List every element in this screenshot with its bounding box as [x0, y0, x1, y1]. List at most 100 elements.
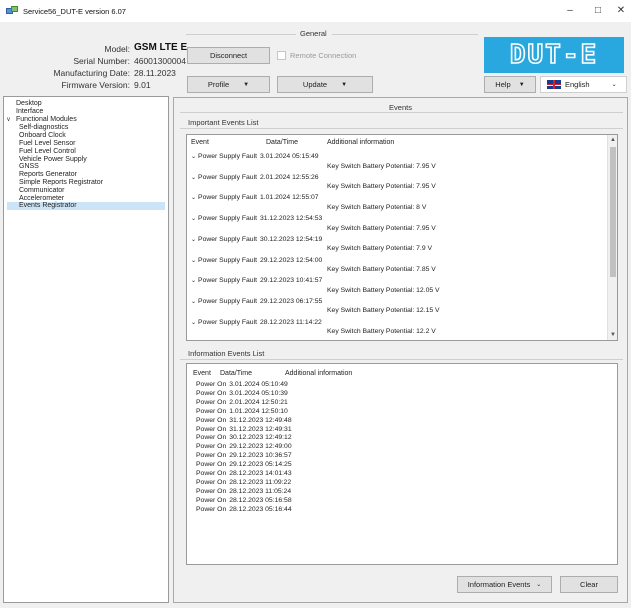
window-title: Service56_DUT-E version 6.07: [23, 6, 126, 16]
information-events-list[interactable]: Event Data/Time Additional information P…: [186, 363, 618, 565]
help-button[interactable]: Help ▼: [484, 76, 536, 93]
information-event-row[interactable]: Power On 3.01.2024 05:10:49: [196, 381, 288, 388]
information-event-row[interactable]: Power On 28.12.2023 11:05:24: [196, 488, 291, 495]
event-datetime: 31.12.2023 12:49:48: [229, 416, 292, 424]
information-event-row[interactable]: Power On 1.01.2024 12:50:10: [196, 408, 288, 415]
information-event-row[interactable]: Power On 3.01.2024 05:10:39: [196, 390, 288, 397]
scroll-up-icon[interactable]: ▲: [608, 135, 617, 145]
event-datetime: 2.01.2024 12:50:21: [229, 398, 288, 406]
important-events-divider: [180, 128, 623, 129]
important-event-row[interactable]: ⌄ Power Supply Fault 1.01.2024 12:55:07: [191, 194, 319, 201]
column-header-additional-info[interactable]: Additional information: [285, 370, 352, 377]
information-event-row[interactable]: Power On 31.12.2023 12:49:48: [196, 417, 292, 424]
column-header-datetime[interactable]: Data/Time: [220, 370, 252, 377]
information-event-row[interactable]: Power On 28.12.2023 11:09:22: [196, 479, 291, 486]
expand-chevron-icon[interactable]: ⌄: [191, 216, 196, 222]
important-events-label: Important Events List: [188, 118, 259, 127]
expand-chevron-icon[interactable]: ⌄: [191, 195, 196, 201]
information-event-row[interactable]: Power On 29.12.2023 05:14:25: [196, 461, 292, 468]
information-event-row[interactable]: Power On 29.12.2023 12:49:00: [196, 443, 292, 450]
event-name: Power Supply Fault: [198, 173, 257, 181]
sidebar-item-fuel-level-sensor[interactable]: Fuel Level Sensor: [7, 140, 165, 148]
event-additional-info: Key Switch Battery Potential: 7.95 V: [327, 162, 436, 170]
sidebar-item-functional-modules[interactable]: v Functional Modules: [7, 116, 165, 125]
important-event-row[interactable]: ⌄ Power Supply Fault 29.12.2023 12:54:00: [191, 257, 322, 264]
logo-text: DUT-E: [509, 39, 599, 71]
event-additional-info: Key Switch Battery Potential: 7.9 V: [327, 245, 433, 253]
chevron-down-icon: ▼: [243, 81, 250, 88]
event-additional-info: Key Switch Battery Potential: 7.85 V: [327, 266, 436, 273]
sidebar-item-interface[interactable]: Interface: [7, 108, 165, 116]
event-name: Power On: [196, 416, 227, 424]
sidebar-item-desktop[interactable]: Desktop: [7, 100, 165, 108]
sidebar-item-onboard-clock[interactable]: Onboard Clock: [7, 132, 165, 140]
expand-chevron-icon[interactable]: v: [7, 117, 16, 125]
language-select[interactable]: English ⌄: [540, 76, 627, 93]
sidebar-item-reports-generator[interactable]: Reports Generator: [7, 171, 165, 179]
expand-chevron-icon[interactable]: ⌄: [191, 278, 196, 284]
sidebar-item-self-diagnostics[interactable]: Self-diagnostics: [7, 124, 165, 132]
sidebar-item-simple-reports-registrator[interactable]: Simple Reports Registrator: [7, 179, 165, 187]
clear-button[interactable]: Clear: [560, 576, 618, 593]
sidebar-item-label: Fuel Level Control: [19, 147, 76, 155]
column-header-event[interactable]: Event: [193, 370, 211, 377]
event-name: Power On: [196, 496, 227, 504]
information-event-row[interactable]: Power On 29.12.2023 10:36:57: [196, 452, 292, 459]
event-type-label: Information Events: [467, 580, 531, 589]
serial-number-label: Serial Number:: [73, 56, 130, 66]
event-name: Power On: [196, 452, 227, 460]
important-event-row[interactable]: ⌄ Power Supply Fault 3.01.2024 05:15:49: [191, 153, 319, 160]
sidebar-item-vehicle-power-supply[interactable]: Vehicle Power Supply: [7, 156, 165, 164]
event-datetime: 29.12.2023 10:41:57: [259, 277, 323, 285]
minimize-button[interactable]: –: [562, 4, 578, 18]
expand-chevron-icon[interactable]: ⌄: [191, 299, 196, 305]
events-title: Events: [389, 103, 412, 112]
information-event-row[interactable]: Power On 2.01.2024 12:50:21: [196, 399, 288, 406]
column-header-datetime[interactable]: Data/Time: [266, 139, 298, 146]
information-event-row[interactable]: Power On 31.12.2023 12:49:31: [196, 426, 292, 433]
information-event-row[interactable]: Power On 28.12.2023 05:16:44: [196, 506, 292, 513]
sidebar-item-gnss[interactable]: GNSS: [7, 163, 165, 171]
important-events-list[interactable]: Event Data/Time Additional information ▲…: [186, 134, 618, 341]
profile-button[interactable]: Profile ▼: [187, 76, 270, 93]
expand-chevron-icon[interactable]: ⌄: [191, 237, 196, 243]
important-event-row[interactable]: ⌄ Power Supply Fault 30.12.2023 12:54:19: [191, 236, 322, 243]
update-button[interactable]: Update ▼: [277, 76, 373, 93]
event-additional-info: Key Switch Battery Potential: 8 V: [327, 203, 427, 211]
sidebar-item-events-registrator[interactable]: Events Registrator: [7, 202, 165, 211]
column-header-additional-info[interactable]: Additional information: [327, 139, 394, 146]
sidebar-item-communicator[interactable]: Communicator: [7, 187, 165, 195]
sidebar-item-fuel-level-control[interactable]: Fuel Level Control: [7, 148, 165, 156]
sidebar-item-accelerometer[interactable]: Accelerometer: [7, 195, 165, 203]
important-event-row[interactable]: ⌄ Power Supply Fault 2.01.2024 12:55:26: [191, 174, 319, 181]
scroll-down-icon[interactable]: ▼: [608, 330, 617, 340]
important-event-row[interactable]: ⌄ Power Supply Fault 29.12.2023 10:41:57: [191, 277, 322, 284]
important-event-row[interactable]: ⌄ Power Supply Fault 28.12.2023 11:14:22: [191, 319, 322, 326]
information-event-row[interactable]: Power On 28.12.2023 14:01:43: [196, 470, 292, 477]
event-datetime: 30.12.2023 12:54:19: [259, 235, 323, 243]
expand-chevron-icon[interactable]: ⌄: [191, 175, 196, 181]
maximize-button[interactable]: □: [590, 4, 606, 18]
information-event-row[interactable]: Power On 28.12.2023 05:16:58: [196, 497, 292, 504]
expand-chevron-icon[interactable]: ⌄: [191, 320, 196, 326]
title-bar: Service56_DUT-E version 6.07 – □ ✕: [0, 0, 631, 22]
remote-connection-checkbox[interactable]: [277, 51, 286, 60]
update-label: Update: [302, 80, 328, 89]
expand-chevron-icon[interactable]: ⌄: [191, 258, 196, 264]
disconnect-button[interactable]: Disconnect: [187, 47, 270, 64]
important-events-scrollbar[interactable]: ▲ ▼: [607, 135, 617, 340]
information-events-label: Information Events List: [188, 349, 265, 358]
column-header-event[interactable]: Event: [191, 139, 209, 146]
sidebar-item-label: GNSS: [19, 163, 39, 171]
close-button[interactable]: ✕: [613, 4, 629, 18]
expand-chevron-icon[interactable]: ⌄: [191, 154, 196, 160]
important-event-row[interactable]: ⌄ Power Supply Fault 29.12.2023 06:17:55: [191, 298, 322, 305]
event-datetime: 29.12.2023 12:54:00: [259, 256, 323, 264]
event-datetime: 3.01.2024 05:10:39: [229, 389, 288, 397]
event-additional-info: Key Switch Battery Potential: 7.95 V: [327, 224, 436, 232]
scroll-thumb[interactable]: [610, 147, 616, 277]
event-type-select[interactable]: Information Events ⌄: [457, 576, 552, 593]
app-icon: [6, 6, 18, 16]
important-event-row[interactable]: ⌄ Power Supply Fault 31.12.2023 12:54:53: [191, 215, 322, 222]
information-event-row[interactable]: Power On 30.12.2023 12:49:12: [196, 434, 292, 441]
